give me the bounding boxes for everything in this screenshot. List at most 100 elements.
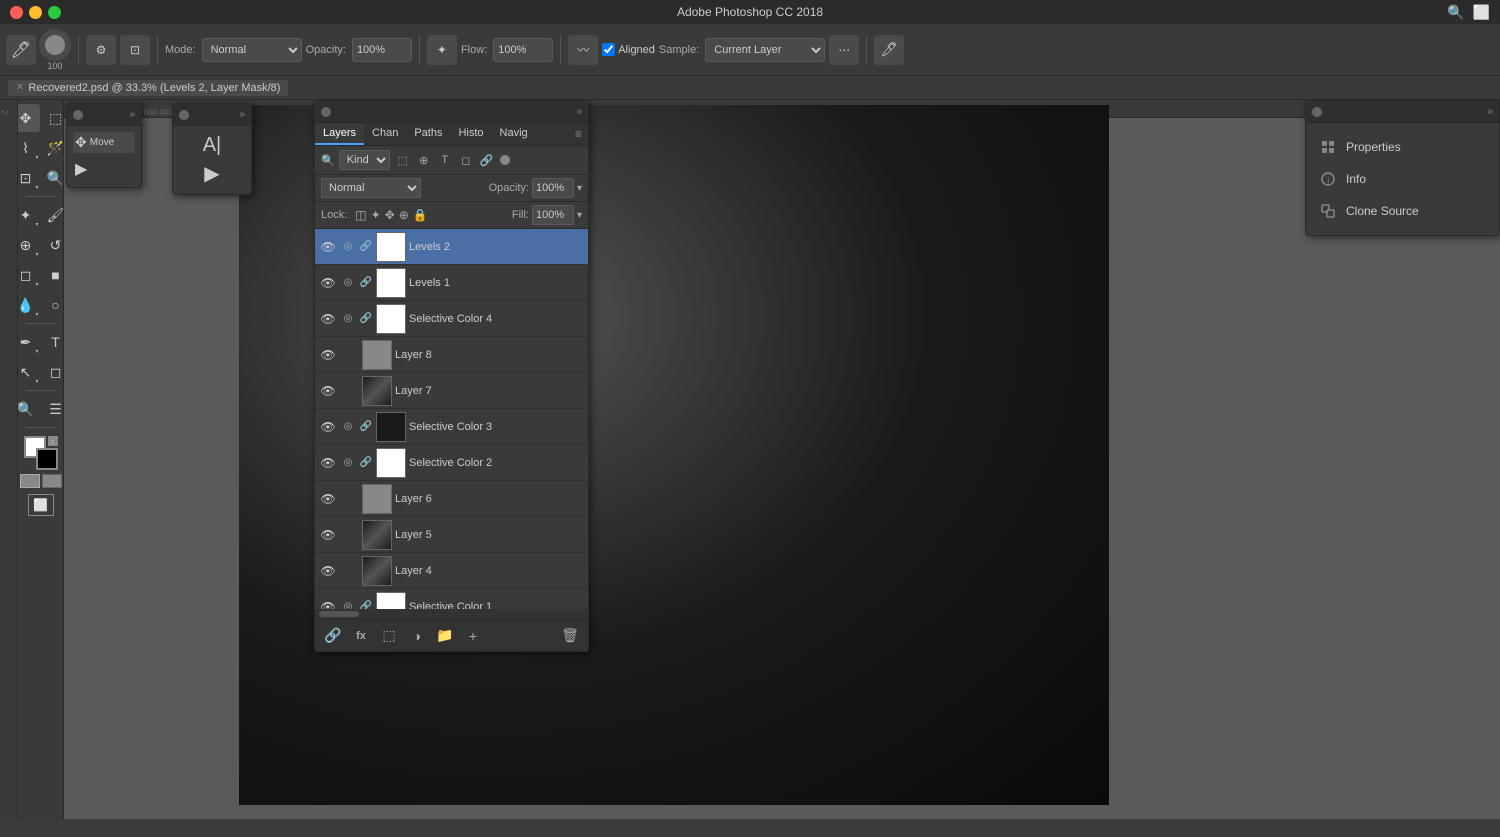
filter-shape-icon[interactable]: ◻ — [457, 151, 475, 169]
tool-preset-btn[interactable]: 🖊 — [6, 35, 36, 65]
blend-mode-select[interactable]: Normal — [321, 178, 421, 198]
add-style-btn[interactable]: fx — [349, 624, 373, 648]
standard-mode-btn[interactable] — [20, 474, 40, 488]
shape-tool[interactable]: ◻▾ — [42, 358, 65, 386]
tab-paths[interactable]: Paths — [406, 123, 450, 145]
aligned-checkbox-label[interactable]: Aligned — [602, 43, 655, 56]
layer-row[interactable]: 👁 ◎ 🔗 Selective Color 2 — [315, 445, 588, 481]
layer-link-icon[interactable]: 🔗 — [359, 456, 373, 470]
tab-histogram[interactable]: Histo — [450, 123, 491, 145]
swap-colors-icon[interactable]: ↕ — [48, 436, 58, 446]
lasso-tool[interactable]: ⌇▾ — [18, 134, 40, 162]
delete-layer-btn[interactable]: 🗑 — [558, 624, 582, 648]
filter-adjustment-icon[interactable]: ⊕ — [415, 151, 433, 169]
airbrush-btn[interactable]: ✦ — [427, 35, 457, 65]
layer-visibility-icon[interactable]: 👁 — [319, 454, 337, 472]
eyedropper-tool[interactable]: 🔍▾ — [42, 164, 65, 192]
layer-row[interactable]: 👁 ◎ 🔗 Selective Color 3 — [315, 409, 588, 445]
layer-row[interactable]: 👁 ◎ 🔗 Levels 1 — [315, 265, 588, 301]
selection-tool[interactable]: ⬚▾ — [42, 104, 65, 132]
layer-row[interactable]: 👁 ◎ 🔗 Levels 2 — [315, 229, 588, 265]
layer-visibility-icon[interactable]: 👁 — [319, 274, 337, 292]
brush-options-btn[interactable]: ⚙ — [86, 35, 116, 65]
layer-visibility-icon[interactable]: 👁 — [319, 598, 337, 610]
layer-visibility-icon[interactable]: 👁 — [319, 310, 337, 328]
clone-source-btn[interactable]: ⊡ — [120, 35, 150, 65]
filter-select[interactable]: Kind — [339, 150, 390, 170]
layers-scrollbar[interactable] — [315, 609, 588, 619]
layer-link-icon[interactable]: 🔗 — [359, 312, 373, 326]
quick-mask-btn[interactable] — [42, 474, 62, 488]
pressure-btn[interactable]: 🖊 — [874, 35, 904, 65]
layer-row[interactable]: 👁 ◎ 🔗 Selective Color 1 — [315, 589, 588, 609]
smoothing-btn[interactable]: 〰 — [568, 35, 598, 65]
layer-link-icon[interactable]: 🔗 — [359, 420, 373, 434]
crop-tool[interactable]: ⊡▾ — [18, 164, 40, 192]
blur-tool[interactable]: 💧▾ — [18, 291, 40, 319]
type-tool[interactable]: T▾ — [42, 328, 65, 356]
maximize-button[interactable] — [48, 6, 61, 19]
fill-dropdown-icon[interactable]: ▾ — [577, 210, 582, 221]
background-color[interactable] — [36, 448, 58, 470]
filter-type-icon[interactable]: T — [436, 151, 454, 169]
dodge-tool[interactable]: ○▾ — [42, 291, 65, 319]
lock-transparent-icon[interactable]: ◫ — [355, 208, 366, 222]
doc-close-icon[interactable]: ✕ — [16, 82, 24, 93]
layer-row[interactable]: 👁 Layer 7 — [315, 373, 588, 409]
layer-row[interactable]: 👁 Layer 5 — [315, 517, 588, 553]
pen-tool[interactable]: ✒▾ — [18, 328, 40, 356]
layer-visibility-icon[interactable]: 👁 — [319, 418, 337, 436]
properties-panel-close[interactable] — [1312, 107, 1322, 117]
opacity-input[interactable] — [532, 178, 574, 198]
screen-mode-btn[interactable]: ⬜ — [28, 494, 54, 516]
zoom-tool[interactable]: ☰ — [42, 395, 65, 423]
quick-select-tool[interactable]: 🪄▾ — [42, 134, 65, 162]
tool-preset-item[interactable]: ✥ Move — [73, 132, 135, 153]
filter-toggle-dot[interactable] — [500, 155, 510, 165]
filter-pixel-icon[interactable]: ⬚ — [394, 151, 412, 169]
layers-panel-menu[interactable]: ≡ — [569, 123, 588, 145]
lock-artboard-icon[interactable]: ⊕ — [399, 208, 409, 222]
move-tool[interactable]: ✥ — [18, 104, 40, 132]
layer-visibility-icon[interactable]: 👁 — [319, 526, 337, 544]
aligned-checkbox[interactable] — [602, 43, 615, 56]
filter-smart-icon[interactable]: 🔗 — [478, 151, 496, 169]
close-button[interactable] — [10, 6, 23, 19]
tool-presets-header[interactable]: » — [67, 104, 141, 126]
layers-panel-header[interactable]: » — [315, 101, 588, 123]
new-group-btn[interactable]: 📁 — [433, 624, 457, 648]
gradient-tool[interactable]: ■▾ — [42, 261, 65, 289]
info-item[interactable]: i Info — [1314, 163, 1491, 195]
eraser-tool[interactable]: ◻▾ — [18, 261, 40, 289]
brush-size-btn[interactable] — [39, 29, 71, 61]
properties-panel-expand[interactable]: » — [1487, 106, 1493, 117]
tool-presets-expand-icon[interactable]: » — [129, 109, 135, 120]
layer-row[interactable]: 👁 ◎ 🔗 Selective Color 4 — [315, 301, 588, 337]
color-swatches[interactable]: ↕ — [24, 436, 58, 470]
layer-link-icon[interactable]: 🔗 — [359, 240, 373, 254]
layer-visibility-icon[interactable]: 👁 — [319, 238, 337, 256]
clone-source-item[interactable]: Clone Source — [1314, 195, 1491, 227]
lock-pixels-icon[interactable]: ✦ — [371, 208, 381, 222]
properties-panel-header[interactable]: » — [1306, 101, 1499, 123]
layer-visibility-icon[interactable]: 👁 — [319, 490, 337, 508]
link-layers-btn[interactable]: 🔗 — [321, 624, 345, 648]
layer-row[interactable]: 👁 Layer 4 — [315, 553, 588, 589]
layer-row[interactable]: 👁 Layer 6 — [315, 481, 588, 517]
search-icon[interactable]: 🔍 — [1447, 4, 1464, 21]
artboard-panel-close[interactable] — [179, 110, 189, 120]
layer-visibility-icon[interactable]: 👁 — [319, 382, 337, 400]
add-mask-btn[interactable]: ⬚ — [377, 624, 401, 648]
layer-link-icon[interactable]: 🔗 — [359, 600, 373, 610]
properties-item[interactable]: Properties — [1314, 131, 1491, 163]
lock-position-icon[interactable]: ✥ — [385, 208, 395, 222]
new-adjustment-btn[interactable]: ◑ — [405, 624, 429, 648]
clone-stamp-tool[interactable]: ⊕▾ — [18, 231, 40, 259]
artboard-panel-header[interactable]: » — [173, 104, 251, 126]
layout-icon[interactable]: ⬜ — [1473, 4, 1490, 21]
layer-row[interactable]: 👁 Layer 8 — [315, 337, 588, 373]
artboard-expand-icon[interactable]: » — [239, 109, 245, 120]
layer-visibility-icon[interactable]: 👁 — [319, 346, 337, 364]
history-brush-tool[interactable]: ↺▾ — [42, 231, 65, 259]
layer-visibility-icon[interactable]: 👁 — [319, 562, 337, 580]
